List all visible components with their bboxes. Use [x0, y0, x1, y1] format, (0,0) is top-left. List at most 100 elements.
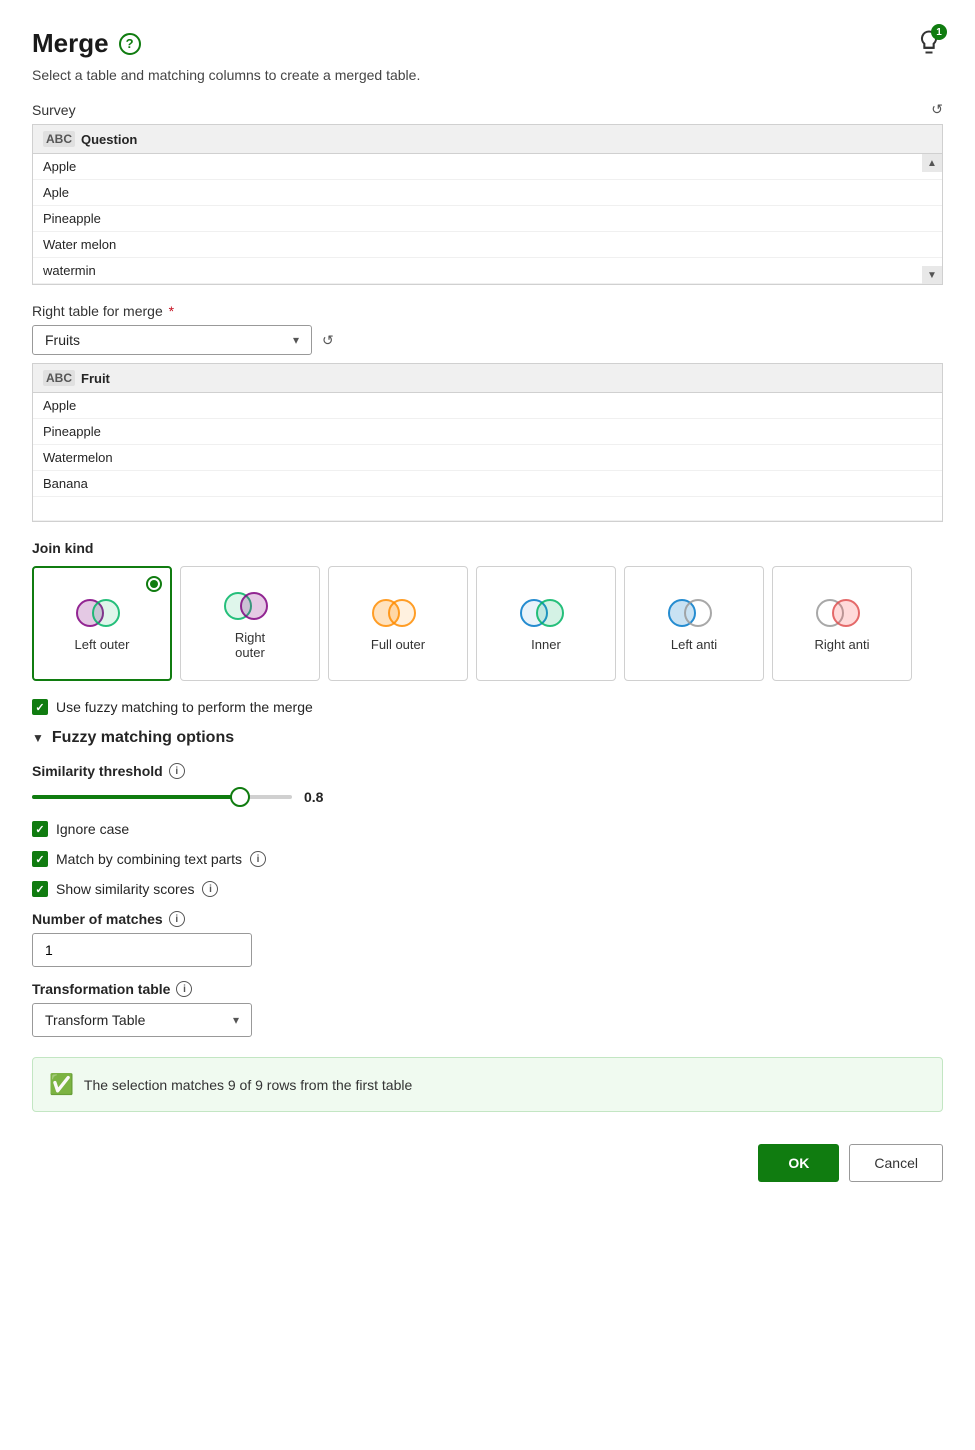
show-similarity-info-icon[interactable]: i	[202, 881, 218, 897]
survey-refresh-button[interactable]: ↺	[931, 101, 943, 118]
inner-venn	[520, 595, 572, 631]
show-similarity-row: Show similarity scores i	[32, 881, 943, 897]
ignore-case-label: Ignore case	[56, 821, 129, 837]
join-label-inner: Inner	[531, 637, 561, 652]
transform-selected: Transform Table	[45, 1012, 145, 1028]
circle-right	[832, 599, 860, 627]
ignore-case-checkbox[interactable]	[32, 821, 48, 837]
table-row[interactable]: Apple	[33, 393, 942, 419]
table-row[interactable]	[33, 497, 942, 521]
survey-table-scroll: ▲ Apple Aple Pineapple Water melon water…	[33, 154, 942, 284]
join-label-left-anti: Left anti	[671, 637, 717, 652]
table-row[interactable]: Banana	[33, 471, 942, 497]
subtitle: Select a table and matching columns to c…	[32, 67, 943, 83]
circle-right	[92, 599, 120, 627]
right-anti-venn	[816, 595, 868, 631]
survey-section-label: Survey ↺	[32, 101, 943, 118]
join-option-right-anti[interactable]: Right anti	[772, 566, 912, 681]
similarity-slider-track	[32, 795, 292, 799]
title-area: Merge ?	[32, 28, 141, 59]
dropdown-row: Fruits ▾ ↺	[32, 325, 943, 355]
threshold-info-icon[interactable]: i	[169, 763, 185, 779]
left-outer-venn	[76, 595, 128, 631]
collapse-arrow-icon[interactable]: ▼	[32, 731, 44, 745]
help-icon[interactable]: ?	[119, 33, 141, 55]
match-combining-row: Match by combining text parts i	[32, 851, 943, 867]
match-combining-label: Match by combining text parts	[56, 851, 242, 867]
join-option-right-outer[interactable]: Rightouter	[180, 566, 320, 681]
show-similarity-checkbox[interactable]	[32, 881, 48, 897]
right-table-section: Right table for merge * Fruits ▾ ↺ ABC F…	[32, 303, 943, 522]
num-matches-input[interactable]	[32, 933, 252, 967]
circle-right	[240, 592, 268, 620]
show-similarity-label: Show similarity scores	[56, 881, 194, 897]
table-row[interactable]: Apple	[33, 154, 942, 180]
right-table-refresh-button[interactable]: ↺	[322, 332, 334, 349]
join-option-left-anti[interactable]: Left anti	[624, 566, 764, 681]
survey-scroll-down[interactable]: ▼	[922, 266, 942, 284]
ignore-case-row: Ignore case	[32, 821, 943, 837]
transform-table-dropdown[interactable]: Transform Table ▾	[32, 1003, 252, 1037]
fruits-table: ABC Fruit Apple Pineapple Watermelon Ban…	[32, 363, 943, 522]
survey-table: ABC Question ▲ Apple Aple Pineapple Wate…	[32, 124, 943, 285]
table-row[interactable]: Pineapple	[33, 206, 942, 232]
match-combining-checkbox[interactable]	[32, 851, 48, 867]
transform-section: Transformation table i Transform Table ▾	[32, 981, 943, 1037]
fuzzy-checkbox[interactable]	[32, 699, 48, 715]
table-row[interactable]: Water melon	[33, 232, 942, 258]
fuzzy-section-title: ▼ Fuzzy matching options	[32, 729, 943, 747]
ok-button[interactable]: OK	[758, 1144, 839, 1182]
fruits-table-header: ABC Fruit	[33, 364, 942, 393]
transform-info-icon[interactable]: i	[176, 981, 192, 997]
join-label-right-anti: Right anti	[815, 637, 870, 652]
success-icon: ✅	[49, 1072, 74, 1097]
footer-buttons: OK Cancel	[32, 1136, 943, 1182]
survey-col-icon: ABC	[43, 131, 75, 147]
num-matches-info-icon[interactable]: i	[169, 911, 185, 927]
slider-row: 0.8	[32, 789, 943, 805]
success-banner: ✅ The selection matches 9 of 9 rows from…	[32, 1057, 943, 1112]
full-outer-venn	[372, 595, 424, 631]
survey-table-body: Apple Aple Pineapple Water melon watermi…	[33, 154, 942, 284]
lightbulb-button[interactable]: 1	[915, 28, 943, 59]
table-row[interactable]: Watermelon	[33, 445, 942, 471]
required-star: *	[169, 303, 174, 319]
join-kind-label: Join kind	[32, 540, 943, 556]
slider-value: 0.8	[304, 789, 323, 805]
join-label-full-outer: Full outer	[371, 637, 425, 652]
circle-right	[388, 599, 416, 627]
lightbulb-badge: 1	[931, 24, 947, 40]
header: Merge ? 1	[32, 28, 943, 59]
table-row[interactable]: watermin	[33, 258, 942, 284]
circle-right	[684, 599, 712, 627]
transform-chevron-icon: ▾	[233, 1013, 239, 1027]
right-table-label-text: Right table for merge *	[32, 303, 174, 319]
cancel-button[interactable]: Cancel	[849, 1144, 943, 1182]
selected-dot	[146, 576, 162, 592]
fuzzy-check-row: Use fuzzy matching to perform the merge	[32, 699, 943, 715]
dialog-title: Merge	[32, 28, 109, 59]
join-label-right-outer: Rightouter	[235, 630, 265, 660]
similarity-slider-thumb[interactable]	[230, 787, 250, 807]
chevron-down-icon: ▾	[293, 333, 299, 347]
right-table-dropdown[interactable]: Fruits ▾	[32, 325, 312, 355]
num-matches-section: Number of matches i	[32, 911, 943, 967]
fruits-table-body: Apple Pineapple Watermelon Banana	[33, 393, 942, 521]
survey-col-label: Question	[81, 132, 137, 147]
join-option-inner[interactable]: Inner	[476, 566, 616, 681]
table-row[interactable]: Aple	[33, 180, 942, 206]
join-option-full-outer[interactable]: Full outer	[328, 566, 468, 681]
match-combining-info-icon[interactable]: i	[250, 851, 266, 867]
fruits-col-label: Fruit	[81, 371, 110, 386]
success-text: The selection matches 9 of 9 rows from t…	[84, 1077, 412, 1093]
table-row[interactable]: Pineapple	[33, 419, 942, 445]
right-outer-venn	[224, 588, 276, 624]
join-option-left-outer[interactable]: Left outer	[32, 566, 172, 681]
join-label-left-outer: Left outer	[75, 637, 130, 652]
right-table-selected: Fruits	[45, 332, 80, 348]
right-table-label: Right table for merge *	[32, 303, 943, 319]
fuzzy-check-label: Use fuzzy matching to perform the merge	[56, 699, 313, 715]
merge-dialog: Merge ? 1 Select a table and matching co…	[0, 0, 975, 1450]
num-matches-label: Number of matches i	[32, 911, 943, 927]
join-options: Left outer Rightouter Full outer Inner	[32, 566, 943, 681]
